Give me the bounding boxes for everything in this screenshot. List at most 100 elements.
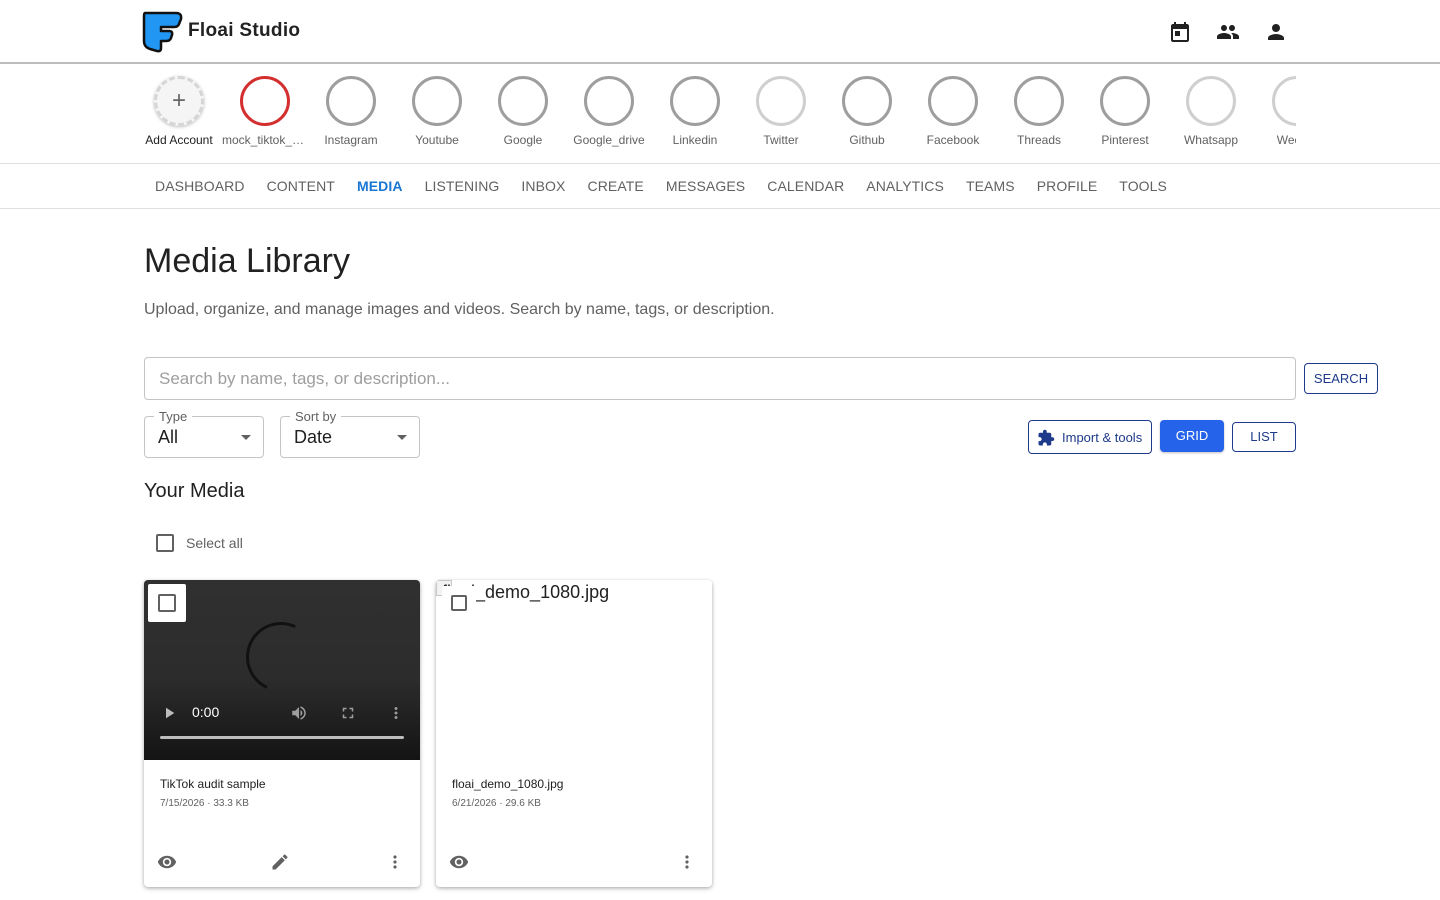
dropdown-arrow-icon [241, 435, 251, 440]
play-icon[interactable] [160, 704, 178, 722]
account-item[interactable]: Threads [996, 76, 1082, 160]
search-button[interactable]: SEARCH [1304, 363, 1378, 394]
sort-select-value: Date [294, 427, 333, 447]
app-header: Floai Studio [0, 0, 1440, 64]
account-label: Threads [1016, 133, 1062, 147]
your-media-heading: Your Media [144, 480, 245, 502]
account-avatar[interactable] [756, 76, 806, 126]
grid-view-button[interactable]: GRID [1160, 420, 1224, 452]
loading-spinner-icon [236, 612, 326, 702]
tab-inbox[interactable]: Inbox [510, 164, 576, 209]
dropdown-arrow-icon [397, 435, 407, 440]
media-card[interactable]: 0:00 TikTok audit sample 7/15/2026 · 33.… [144, 580, 420, 887]
account-label: Linkedin [672, 133, 718, 147]
import-tools-button[interactable]: Import & tools [1028, 420, 1152, 454]
search-input[interactable] [144, 357, 1296, 400]
account-avatar[interactable] [412, 76, 462, 126]
account-item[interactable]: + Add Account [136, 76, 222, 160]
extension-icon [1038, 429, 1055, 446]
tab-dashboard[interactable]: Dashboard [144, 164, 256, 209]
card-checkbox-wrapper [442, 586, 476, 620]
media-meta: 6/21/2026 · 29.6 KB [452, 798, 541, 809]
account-label: Pinterest [1101, 133, 1149, 147]
account-label: Whatsapp [1183, 133, 1239, 147]
account-label: Youtube [415, 133, 459, 147]
media-card[interactable]: floai_demo_1080.jpg floai_demo_1080.jpg … [436, 580, 712, 887]
group-icon[interactable] [1216, 20, 1240, 44]
account-item[interactable]: mock_tiktok_user [222, 76, 308, 160]
more-vert-icon[interactable] [387, 704, 405, 722]
media-thumbnail[interactable]: floai_demo_1080.jpg [436, 580, 712, 760]
account-avatar[interactable] [1272, 76, 1296, 126]
account-item[interactable]: Twitter [738, 76, 824, 160]
account-item[interactable]: Google [480, 76, 566, 160]
page-subtitle: Upload, organize, and manage images and … [144, 301, 775, 318]
floai-logo[interactable] [140, 10, 184, 54]
tab-create[interactable]: Create [576, 164, 654, 209]
account-item[interactable]: Linkedin [652, 76, 738, 160]
more-vert-icon[interactable] [385, 852, 405, 872]
media-select-checkbox[interactable] [451, 595, 467, 611]
type-select[interactable]: Type All [144, 409, 264, 458]
card-checkbox-wrapper [148, 584, 186, 622]
video-time: 0:00 [192, 704, 220, 720]
account-avatar[interactable] [928, 76, 978, 126]
account-avatar[interactable] [326, 76, 376, 126]
list-view-button[interactable]: LIST [1232, 422, 1296, 452]
account-avatar[interactable] [842, 76, 892, 126]
tab-content[interactable]: Content [256, 164, 346, 209]
fullscreen-icon[interactable] [339, 704, 357, 722]
media-meta: 7/15/2026 · 33.3 KB [160, 798, 249, 809]
account-item[interactable]: Youtube [394, 76, 480, 160]
video-progress-track[interactable] [160, 736, 404, 739]
eye-icon[interactable] [449, 852, 469, 872]
account-avatar[interactable] [1014, 76, 1064, 126]
add-account-icon[interactable]: + [154, 76, 204, 126]
account-item[interactable]: Pinterest [1082, 76, 1168, 160]
account-label: Twitter [763, 133, 799, 147]
volume-icon[interactable] [290, 704, 308, 722]
edit-icon[interactable] [270, 852, 290, 872]
media-title: TikTok audit sample [160, 777, 266, 791]
account-avatar[interactable] [670, 76, 720, 126]
account-label: Google_drive [573, 133, 645, 147]
tab-media[interactable]: Media [346, 164, 414, 209]
main-nav: Dashboard Content Media Listening Inbox Creat… [0, 164, 1440, 209]
account-avatar[interactable] [1186, 76, 1236, 126]
account-avatar[interactable] [1100, 76, 1150, 126]
tab-tools[interactable]: Tools [1108, 164, 1178, 209]
sort-select[interactable]: Sort by Date [280, 409, 420, 458]
accounts-scroller[interactable]: + Add Account mock_tiktok_user Instagram You… [136, 66, 1296, 164]
tab-teams[interactable]: Teams [955, 164, 1026, 209]
tab-analytics[interactable]: Analytics [855, 164, 955, 209]
account-item[interactable]: Instagram [308, 76, 394, 160]
tab-profile[interactable]: Profile [1026, 164, 1109, 209]
tab-listening[interactable]: Listening [414, 164, 511, 209]
account-item[interactable]: Google_drive [566, 76, 652, 160]
account-item[interactable]: Wechat [1254, 76, 1296, 160]
import-tools-label: Import & tools [1062, 430, 1143, 445]
select-all-label[interactable]: Select all [186, 535, 243, 551]
account-item[interactable]: Facebook [910, 76, 996, 160]
account-item[interactable]: Github [824, 76, 910, 160]
more-vert-icon[interactable] [677, 852, 697, 872]
media-title: floai_demo_1080.jpg [452, 777, 564, 791]
account-avatar[interactable] [498, 76, 548, 126]
type-select-value: All [158, 427, 179, 447]
account-label: Facebook [926, 133, 980, 147]
account-avatar[interactable] [584, 76, 634, 126]
tab-messages[interactable]: Messages [655, 164, 756, 209]
account-item[interactable]: Whatsapp [1168, 76, 1254, 160]
page-title: Media Library [144, 242, 350, 280]
account-label: Instagram [324, 133, 378, 147]
app-title[interactable]: Floai Studio [188, 20, 300, 42]
account-avatar[interactable] [240, 76, 290, 126]
tab-calendar[interactable]: Calendar [756, 164, 855, 209]
calendar-icon[interactable] [1168, 20, 1192, 44]
account-label: Add Account [145, 133, 213, 147]
eye-icon[interactable] [157, 852, 177, 872]
media-select-checkbox[interactable] [158, 594, 176, 612]
sort-select-label: Sort by [290, 409, 342, 424]
person-icon[interactable] [1264, 20, 1288, 44]
select-all-checkbox[interactable] [156, 534, 174, 552]
